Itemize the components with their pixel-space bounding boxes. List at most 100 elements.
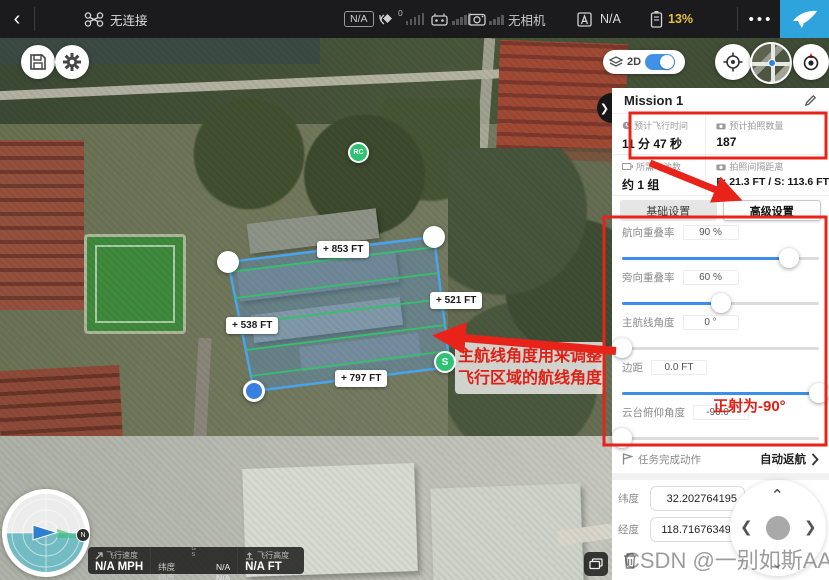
panel-divider — [612, 473, 829, 480]
gimbal-pitch-slider[interactable] — [622, 429, 819, 449]
vertex-handle-topleft[interactable] — [217, 251, 239, 273]
side-overlap-slider[interactable] — [622, 294, 819, 314]
edit-pencil-icon[interactable] — [804, 94, 817, 107]
gear-icon — [62, 52, 82, 72]
rc-mode-group[interactable]: N/A — [576, 0, 621, 38]
edge-length-label-bottom[interactable]: + 797 FT — [335, 370, 387, 387]
longitude-row: 经度 — [618, 516, 748, 543]
finish-action-row[interactable]: 任务完成动作 自动返航 — [612, 448, 829, 470]
camera-icon — [716, 163, 726, 171]
latitude-input[interactable] — [650, 486, 745, 511]
back-button[interactable]: ‹ — [0, 0, 34, 38]
layers-icon — [609, 56, 623, 69]
flight-mode-group: N/A — [344, 0, 374, 38]
toggle-knob — [660, 55, 674, 69]
chevron-left-icon: ‹ — [14, 8, 21, 31]
side-overlap-value[interactable]: 60 % — [683, 270, 739, 285]
margin-value[interactable]: 0.0 FT — [651, 360, 707, 375]
satellite-icon — [378, 11, 397, 28]
battery-icon — [622, 163, 633, 170]
north-badge: N — [76, 528, 90, 542]
watermark: CSDN @一别如斯AA — [622, 543, 829, 575]
nudge-right-button[interactable]: ❯ — [804, 518, 817, 536]
minimap[interactable] — [750, 42, 792, 84]
annotation-line2: 飞行区域的航线角度 — [458, 368, 602, 390]
slider-thumb[interactable] — [779, 248, 799, 268]
vertex-handle-selected[interactable] — [243, 380, 265, 402]
rc-location-marker[interactable]: RC — [348, 142, 369, 163]
save-icon — [29, 53, 47, 71]
nudge-left-button[interactable]: ❮ — [740, 518, 753, 536]
slider-thumb[interactable] — [612, 428, 632, 448]
edge-length-label-right[interactable]: + 521 FT — [430, 292, 482, 309]
settings-tabs: 基础设置 高级设置 — [620, 200, 821, 221]
battery-percent: 13% — [668, 12, 693, 26]
save-mission-button[interactable] — [21, 45, 55, 79]
drone-icon — [84, 12, 104, 27]
nudge-center-button[interactable] — [766, 516, 790, 540]
satellite-count: 0 — [398, 8, 403, 18]
flight-mode-badge: N/A — [344, 11, 374, 27]
vertex-handle-topright[interactable] — [423, 226, 445, 248]
annotation-callout: 主航线角度用来调整 飞行区域的航线角度 — [455, 342, 605, 394]
clock-icon — [622, 121, 631, 130]
compass-icon — [800, 51, 822, 73]
locate-icon — [723, 52, 743, 72]
slider-thumb[interactable] — [711, 293, 731, 313]
battery-group[interactable]: 13% — [650, 0, 693, 38]
camera-status-group: 无相机 — [508, 0, 546, 38]
nudge-up-button[interactable]: ⌃ — [771, 486, 784, 504]
minimap-position-dot — [768, 59, 776, 67]
telemetry-position: WGS 纬度N/A 经度N/A — [150, 547, 237, 574]
course-overlap-slider[interactable] — [622, 249, 819, 269]
start-point-marker[interactable]: S — [434, 351, 456, 373]
course-angle-slider[interactable] — [622, 339, 819, 359]
connection-status: 无连接 — [110, 10, 148, 29]
compass-reset-button[interactable] — [793, 44, 829, 80]
edge-length-label-top[interactable]: + 853 FT — [317, 241, 369, 258]
tab-advanced-settings[interactable]: 高级设置 — [723, 200, 822, 221]
tab-basic-settings[interactable]: 基础设置 — [620, 200, 717, 221]
telemetry-speed: 飞行速度 N/A MPH — [88, 547, 150, 574]
edge-length-label-left[interactable]: + 538 FT — [226, 317, 278, 334]
remote-controller-icon — [430, 12, 449, 27]
flag-icon — [622, 453, 633, 465]
slider-thumb[interactable] — [612, 338, 632, 358]
compass-face — [7, 494, 85, 572]
aircraft-status[interactable]: 无连接 — [84, 0, 148, 38]
camera-icon — [716, 122, 726, 130]
finish-action-value: 自动返航 — [760, 451, 806, 467]
divider — [737, 7, 738, 31]
rc-signal-group — [430, 0, 471, 38]
course-angle-value[interactable]: 0 ° — [683, 315, 739, 330]
mission-stats: 预计飞行时间 11 分 47 秒 预计拍照数量 187 所需电池数 约 1 组 — [612, 114, 829, 196]
course-overlap-value[interactable]: 90 % — [683, 225, 739, 240]
speed-arrow-icon — [95, 552, 103, 560]
trash-icon — [622, 552, 638, 570]
map-2d-label: 2D — [627, 56, 641, 68]
locate-button[interactable] — [715, 44, 751, 80]
clipboard-a-icon — [576, 11, 594, 28]
status-bar: ‹ 无连接 N/A 0 — [0, 0, 829, 38]
annotation-line1: 主航线角度用来调整 — [458, 346, 602, 368]
takeoff-button[interactable] — [780, 0, 829, 38]
watermark-text: CSDN @一别如斯AA — [624, 543, 829, 575]
chevron-right-icon — [811, 453, 819, 466]
rc-mode-value: N/A — [600, 12, 621, 26]
map-snapshot-button[interactable] — [584, 552, 608, 576]
more-menu-button[interactable]: ••• — [746, 0, 776, 38]
map-2d-toggle[interactable] — [645, 54, 675, 70]
panel-header: Mission 1 — [612, 88, 829, 114]
gps-signal-bars — [406, 13, 425, 25]
setting-course-overlap: 航向重叠率90 % — [622, 224, 819, 269]
latitude-row: 纬度 — [618, 485, 748, 512]
battery-icon — [650, 10, 663, 28]
stat-flight-time: 预计飞行时间 11 分 47 秒 — [612, 114, 706, 155]
telemetry-altitude: 飞行高度 N/A FT — [237, 547, 296, 574]
stat-battery-count: 所需电池数 约 1 组 — [612, 155, 706, 196]
map-mode-pill: 2D — [603, 50, 685, 74]
mission-settings-button[interactable] — [55, 45, 89, 79]
gps-group: 0 — [378, 0, 424, 38]
slider-thumb[interactable] — [809, 383, 829, 403]
telemetry-bar: 飞行速度 N/A MPH WGS 纬度N/A 经度N/A 飞行高度 N/A FT — [88, 547, 304, 574]
